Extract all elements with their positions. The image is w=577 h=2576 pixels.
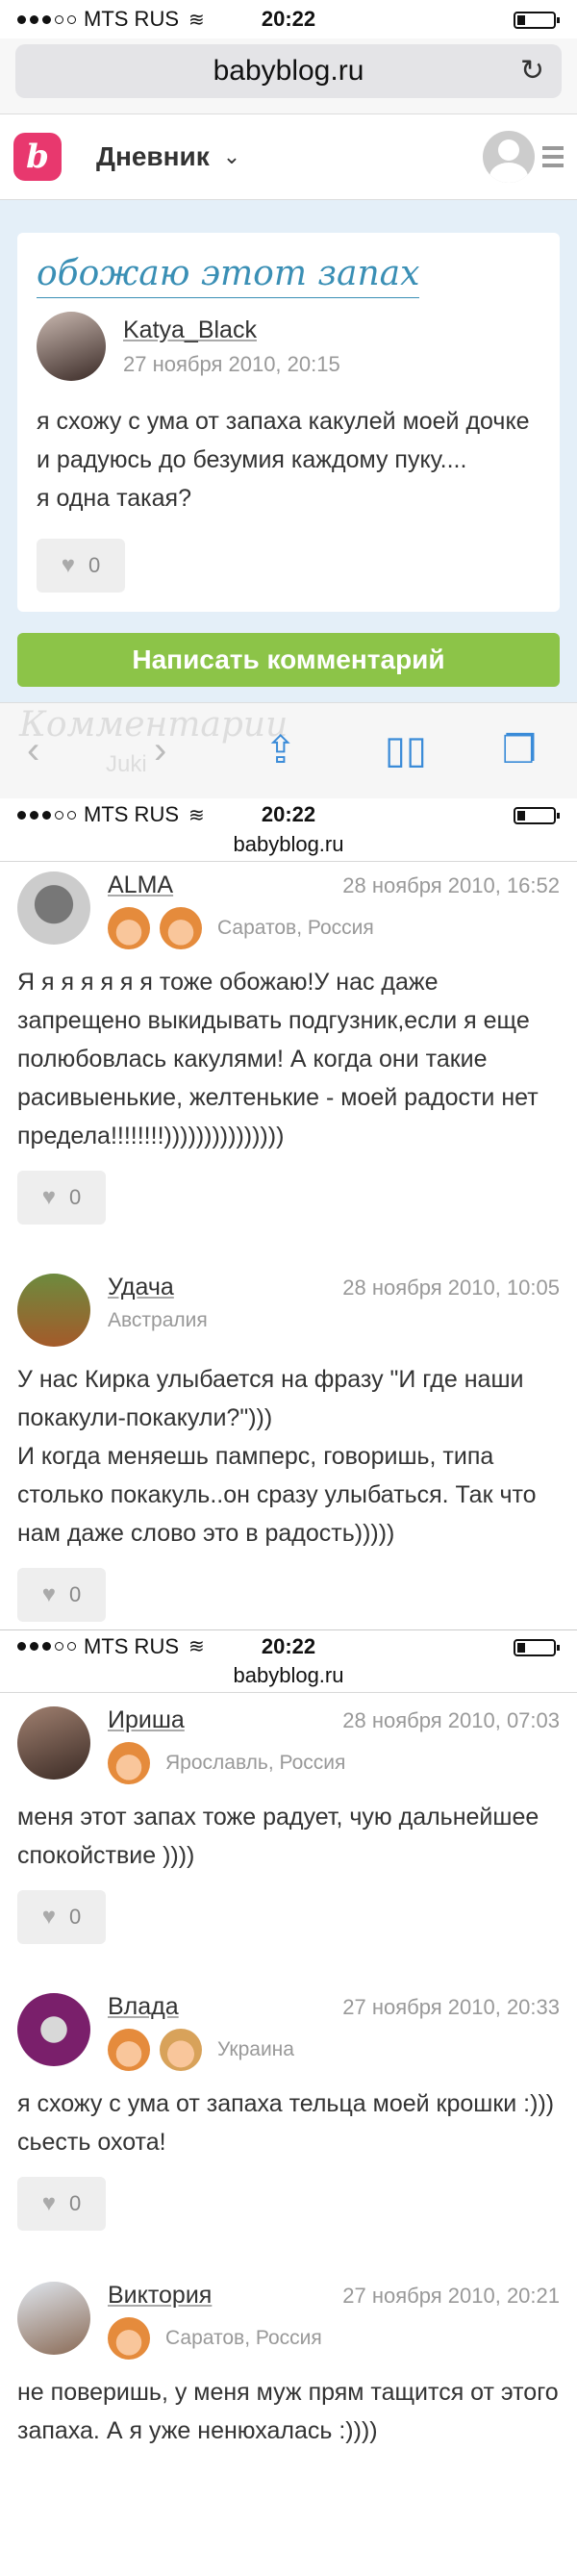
battery-icon [514,1639,560,1656]
avatar[interactable] [17,1706,90,1780]
status-bar: MTS RUS ≋ 20:22 [0,798,577,831]
share-icon[interactable]: ⇪ [264,726,297,774]
comment-text: меня этот запах тоже радует, чую дальней… [17,1804,539,1869]
signal-icon [17,810,76,820]
avatar[interactable] [17,2282,90,2355]
status-bar: MTS RUS ≋ 20:22 [0,1629,577,1662]
signal-icon [17,14,76,24]
child-girl-icon [108,907,150,949]
child-boy-icon [160,2029,202,2071]
like-count: 0 [69,1582,82,1606]
like-button[interactable]: ♥ 0 [17,2177,106,2231]
reload-icon[interactable]: ↻ [520,54,544,88]
carrier-label: MTS RUS [84,802,179,826]
like-count: 0 [69,2191,82,2215]
like-count: 0 [69,1905,82,1929]
avatar[interactable] [17,1274,90,1347]
section-title[interactable]: Дневник [96,141,210,172]
comment-author[interactable]: ALMA [108,871,173,899]
url-text[interactable]: babyblog.ru [0,831,577,862]
author-name[interactable]: Katya_Black [123,316,340,344]
battery-icon [514,807,560,824]
bookmarks-icon[interactable]: ▯▯ [385,726,427,774]
heart-icon: ♥ [41,1184,56,1210]
carrier-label: MTS RUS [84,7,179,31]
wifi-icon: ≋ [188,9,205,31]
post-card: обожаю этот запах Katya_Black 27 ноября … [17,233,560,612]
post-author: Katya_Black 27 ноября 2010, 20:15 [37,312,540,381]
child-girl-icon [108,2029,150,2071]
like-button[interactable]: ♥ 0 [37,539,125,593]
child-girl-icon [108,2317,150,2360]
post-title: обожаю этот запах [37,254,420,298]
comment-author[interactable]: Виктория [108,2282,212,2310]
heart-icon: ♥ [61,552,75,578]
site-header: b Дневник ⌄ [0,114,577,200]
address-field[interactable]: babyblog.ru ↻ [15,44,562,98]
comment: Ириша 28 ноября 2010, 07:03 Ярославль, Ро… [0,1693,577,1983]
heart-icon: ♥ [41,1904,56,1930]
comment-text: У нас Кирка улыбается на фразу "И где на… [17,1366,537,1547]
chevron-down-icon[interactable]: ⌄ [223,144,240,169]
like-button[interactable]: ♥ 0 [17,1568,106,1622]
wifi-icon: ≋ [188,804,205,826]
avatar[interactable] [37,312,106,381]
comment: Виктория 27 ноября 2010, 20:21 Саратов, Р… [0,2272,577,2469]
battery-icon [514,12,560,29]
comment: Влада 27 ноября 2010, 20:33 Украина я схо… [0,1983,577,2272]
avatar[interactable] [17,871,90,945]
avatar[interactable] [17,1993,90,2066]
comment-location: Австралия [108,1309,208,1331]
carrier-label: MTS RUS [84,1633,179,1658]
comment-date: 27 ноября 2010, 20:21 [342,2284,560,2308]
write-comment-button[interactable]: Написать комментарий [17,633,560,687]
comment-author[interactable]: Влада [108,1993,179,2021]
comment-date: 28 ноября 2010, 10:05 [342,1275,560,1300]
signal-icon [17,1642,76,1651]
post-area: обожаю этот запах Katya_Black 27 ноября … [0,200,577,702]
url-text[interactable]: babyblog.ru [0,1662,577,1693]
heart-icon: ♥ [41,2190,56,2216]
comment-location: Саратов, Россия [165,2327,322,2349]
post-text: я схожу с ума от запаха какулей моей доч… [37,402,540,518]
status-bar: MTS RUS ≋ 20:22 [0,0,577,38]
babyblog-logo[interactable]: b [13,133,62,181]
forward-icon[interactable]: › [154,726,166,774]
comment-location: Ярославль, Россия [165,1752,346,1774]
url-text: babyblog.ru [213,55,364,87]
heart-icon: ♥ [41,1581,56,1607]
comment-author[interactable]: Удача [108,1274,174,1301]
tabs-icon[interactable]: ❐ [502,726,537,774]
menu-icon[interactable] [542,146,564,167]
post-date: 27 ноября 2010, 20:15 [123,351,340,376]
wifi-icon: ≋ [188,1636,205,1657]
comment: ALMA 28 ноября 2010, 16:52 Саратов, Росси… [0,862,577,1264]
comment-text: не поверишь, у меня муж прям тащится от … [17,2379,559,2444]
post-text-body: я схожу с ума от запаха какулей моей доч… [37,408,530,512]
comment-author[interactable]: Ириша [108,1706,185,1734]
browser-toolbar: Комментарии Juki ‹ › ⇪ ▯▯ ❐ [0,702,577,798]
back-icon[interactable]: ‹ [27,726,39,774]
like-button[interactable]: ♥ 0 [17,1890,106,1944]
comment-location: Саратов, Россия [217,917,374,939]
comment-date: 28 ноября 2010, 07:03 [342,1708,560,1732]
comment-author-faded: Juki [106,751,147,777]
user-avatar-icon[interactable] [483,131,535,183]
child-girl-icon [160,907,202,949]
comment-location: Украина [217,2038,294,2060]
child-girl-icon [108,1742,150,1784]
like-button[interactable]: ♥ 0 [17,1171,106,1225]
like-count: 0 [88,553,101,577]
comment-text: Я я я я я я я тоже обожаю!У нас даже зап… [17,969,539,1149]
comment-date: 27 ноября 2010, 20:33 [342,1995,560,2019]
comment-date: 28 ноября 2010, 16:52 [342,873,560,897]
comment-text: я схожу с ума от запаха тельца моей крош… [17,2090,555,2156]
url-bar: babyblog.ru ↻ [0,38,577,114]
like-count: 0 [69,1185,82,1209]
comment: Удача 28 ноября 2010, 10:05 Австралия У н… [0,1264,577,1629]
